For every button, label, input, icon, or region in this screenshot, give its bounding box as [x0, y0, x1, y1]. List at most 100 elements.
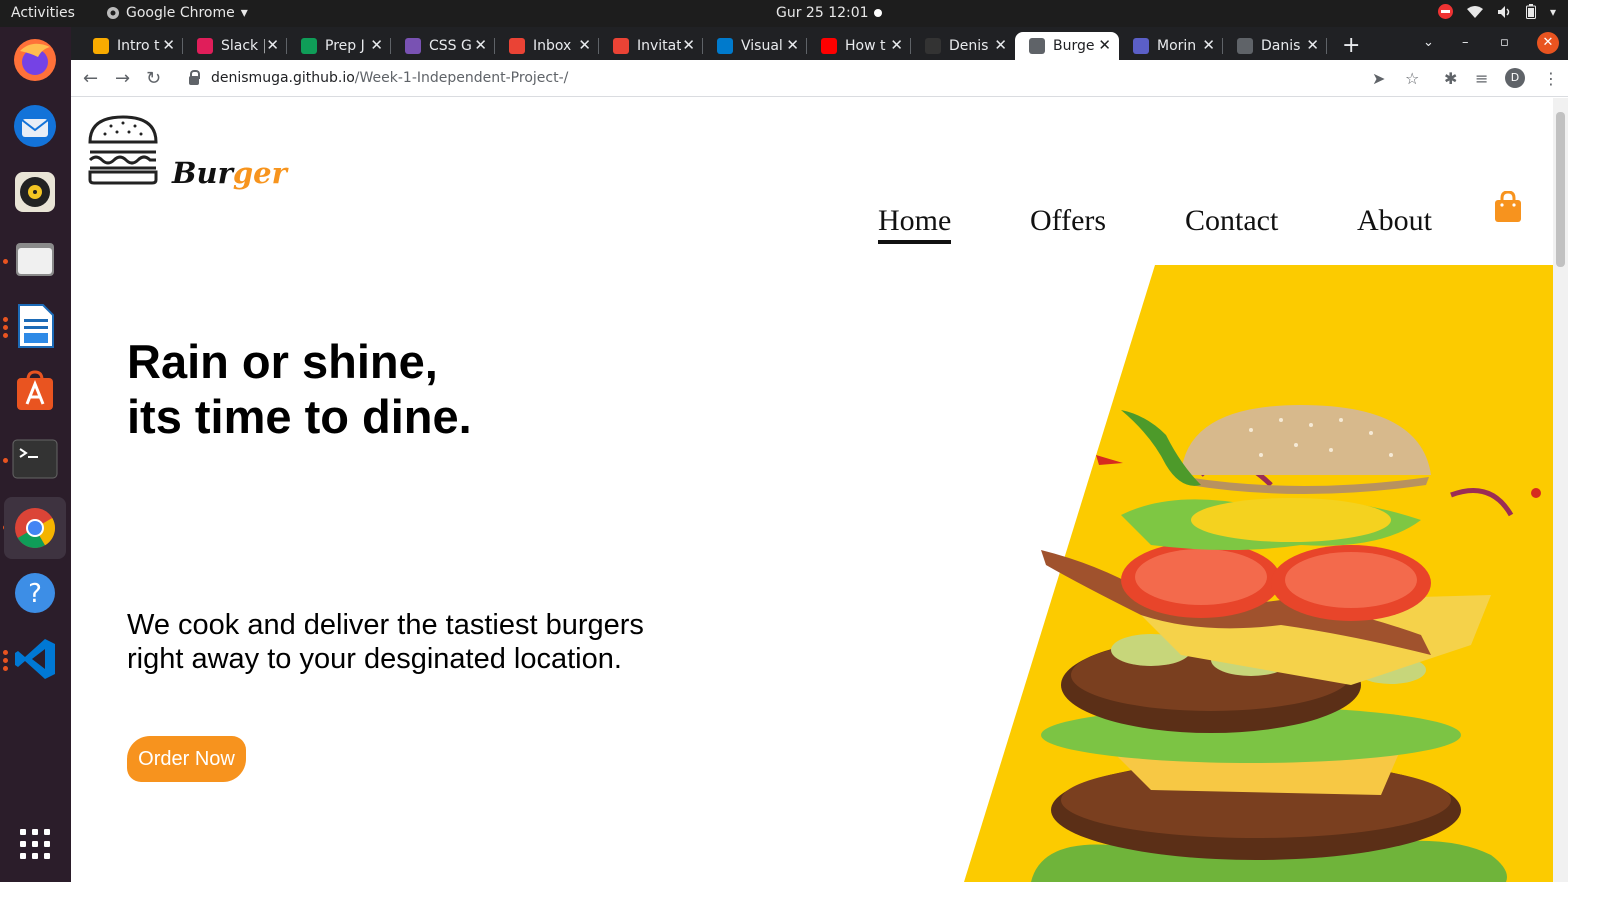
browser-tab[interactable]: Visual ✕	[703, 32, 807, 60]
hero-headline: Rain or shine, its time to dine.	[127, 334, 472, 444]
vscode-icon[interactable]	[10, 634, 60, 684]
terminal-icon[interactable]	[10, 434, 60, 484]
tab-search-icon[interactable]: ⌄	[1423, 35, 1434, 50]
browser-tab[interactable]: How t ✕	[807, 32, 911, 60]
burger-hero-image	[964, 265, 1553, 882]
hero-subtext: We cook and deliver the tastiest burgers…	[127, 608, 644, 676]
profile-avatar[interactable]: D	[1505, 68, 1525, 88]
app-name: Google Chrome	[126, 5, 235, 21]
browser-tab[interactable]: Danis ✕	[1223, 32, 1327, 60]
tab-title: Burge	[1053, 38, 1095, 54]
subtext-line-1: We cook and deliver the tastiest burgers	[127, 609, 644, 641]
rhythmbox-icon[interactable]	[10, 167, 60, 217]
reload-button[interactable]: ↻	[146, 68, 161, 89]
chrome-icon[interactable]	[4, 497, 66, 559]
activities-button[interactable]: Activities	[11, 5, 75, 21]
battery-icon	[1525, 4, 1536, 19]
scrollbar-thumb[interactable]	[1556, 112, 1565, 267]
browser-tab[interactable]: CSS Gr ✕	[391, 32, 495, 60]
forward-button[interactable]: →	[115, 68, 130, 89]
tab-close-icon[interactable]: ✕	[266, 36, 279, 54]
browser-tab[interactable]: Slack | ✕	[183, 32, 287, 60]
url-path: /Week-1-Independent-Project-/	[354, 70, 569, 86]
order-now-button[interactable]: Order Now	[127, 736, 246, 782]
burger-logo-icon[interactable]	[87, 114, 159, 186]
running-indicator	[3, 317, 8, 322]
wifi-icon	[1466, 5, 1483, 18]
tab-close-icon[interactable]: ✕	[786, 36, 799, 54]
files-icon[interactable]	[10, 234, 60, 284]
tab-close-icon[interactable]: ✕	[578, 36, 591, 54]
tab-close-icon[interactable]: ✕	[994, 36, 1007, 54]
tab-favicon-icon	[509, 38, 525, 54]
browser-tab[interactable]: Burge ✕	[1015, 32, 1119, 60]
running-indicator	[3, 325, 8, 330]
software-icon[interactable]	[10, 367, 60, 417]
browser-tab[interactable]: Denis ✕	[911, 32, 1015, 60]
running-indicator	[3, 658, 8, 663]
tab-favicon-icon	[1029, 38, 1045, 54]
firefox-icon[interactable]	[10, 35, 60, 85]
writer-icon[interactable]	[10, 301, 60, 351]
app-menu[interactable]: Google Chrome ▾	[106, 5, 248, 21]
tab-close-icon[interactable]: ✕	[1306, 36, 1319, 54]
tab-favicon-icon	[1237, 38, 1253, 54]
site-logo-text[interactable]: Burger	[172, 156, 287, 190]
extensions-icon[interactable]: ✱	[1444, 69, 1457, 88]
logo-text-part2: ger	[232, 156, 287, 190]
tab-title: How t	[845, 38, 886, 54]
system-tray[interactable]: ▾	[1437, 4, 1556, 19]
shopping-bag-icon[interactable]	[1494, 191, 1522, 223]
bookmark-star-icon[interactable]: ☆	[1405, 69, 1419, 88]
tab-separator	[1326, 38, 1327, 54]
address-bar[interactable]: denismuga.github.io/Week-1-Independent-P…	[177, 63, 1477, 93]
send-to-devices-icon[interactable]: ➤	[1372, 69, 1385, 88]
nav-contact[interactable]: Contact	[1185, 204, 1278, 238]
volume-icon	[1497, 5, 1510, 18]
back-button[interactable]: ←	[83, 68, 98, 89]
clock[interactable]: Gur 25 12:01	[776, 5, 869, 21]
tab-title: Inbox	[533, 38, 572, 54]
browser-tab[interactable]: Prep J ✕	[287, 32, 391, 60]
tab-title: Danis	[1261, 38, 1301, 54]
tab-favicon-icon	[821, 38, 837, 54]
tab-favicon-icon	[405, 38, 421, 54]
tab-close-icon[interactable]: ✕	[1202, 36, 1215, 54]
lock-icon	[189, 69, 200, 85]
page-scrollbar[interactable]	[1553, 98, 1568, 882]
tab-favicon-icon	[301, 38, 317, 54]
tab-close-icon[interactable]: ✕	[1098, 36, 1111, 54]
new-tab-button[interactable]: +	[1342, 33, 1360, 58]
minimize-button[interactable]: –	[1462, 35, 1469, 50]
tab-title: Visual	[741, 38, 783, 54]
browser-tab[interactable]: Intro t ✕	[79, 32, 183, 60]
browser-tab[interactable]: Invitat ✕	[599, 32, 703, 60]
thunderbird-icon[interactable]	[10, 101, 60, 151]
nav-home[interactable]: Home	[878, 204, 952, 244]
tab-close-icon[interactable]: ✕	[370, 36, 383, 54]
menu-kebab-icon[interactable]: ⋮	[1543, 69, 1559, 88]
browser-toolbar: ← → ↻ denismuga.github.io/Week-1-Indepen…	[71, 60, 1568, 97]
restore-button[interactable]: ▫	[1500, 35, 1509, 50]
tab-title: Slack |	[221, 38, 265, 54]
running-indicator	[3, 458, 8, 463]
tab-close-icon[interactable]: ✕	[162, 36, 175, 54]
tab-close-icon[interactable]: ✕	[474, 36, 487, 54]
logo-text-part1: Bur	[172, 156, 233, 190]
tab-favicon-icon	[613, 38, 629, 54]
apps-grid-icon[interactable]	[10, 819, 60, 869]
reading-list-icon[interactable]: ≡	[1475, 69, 1488, 88]
tab-title: Invitat	[637, 38, 681, 54]
browser-tab[interactable]: Morin ✕	[1119, 32, 1223, 60]
tab-title: CSS Gr	[429, 38, 473, 54]
tab-close-icon[interactable]: ✕	[890, 36, 903, 54]
browser-tab[interactable]: Inbox ✕	[495, 32, 599, 60]
tab-close-icon[interactable]: ✕	[682, 36, 695, 54]
nav-offers[interactable]: Offers	[1030, 204, 1106, 238]
running-indicator	[3, 650, 8, 655]
dock: ?	[0, 27, 71, 882]
nav-about[interactable]: About	[1357, 204, 1432, 238]
tab-title: Intro t	[117, 38, 160, 54]
help-icon[interactable]: ?	[10, 568, 60, 618]
close-window-button[interactable]: ✕	[1537, 32, 1559, 54]
